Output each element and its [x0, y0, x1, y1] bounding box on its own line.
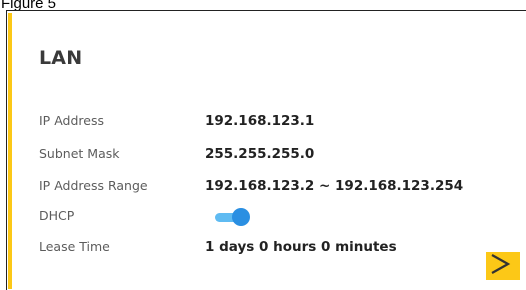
lease-time-value: 1 days 0 hours 0 minutes: [205, 239, 397, 255]
ip-address-row: IP Address 192.168.123.1: [39, 113, 509, 133]
lease-time-label: Lease Time: [39, 239, 110, 254]
ip-address-label: IP Address: [39, 113, 104, 128]
card-title: LAN: [39, 47, 83, 69]
subnet-mask-value: 255.255.255.0: [205, 146, 315, 162]
dhcp-label: DHCP: [39, 208, 75, 223]
dhcp-row: DHCP: [39, 208, 509, 228]
subnet-mask-label: Subnet Mask: [39, 146, 120, 161]
lan-card: LAN IP Address 192.168.123.1 Subnet Mask…: [6, 10, 526, 290]
card-accent-bar: [8, 13, 12, 289]
dhcp-toggle-knob: [232, 208, 250, 226]
dhcp-toggle[interactable]: [213, 208, 251, 227]
chevron-right-icon: [491, 254, 511, 274]
ip-address-range-label: IP Address Range: [39, 178, 148, 193]
more-details-button[interactable]: [486, 252, 520, 280]
ip-address-range-row: IP Address Range 192.168.123.2 ~ 192.168…: [39, 178, 509, 198]
lease-time-row: Lease Time 1 days 0 hours 0 minutes: [39, 239, 509, 259]
ip-address-range-value: 192.168.123.2 ~ 192.168.123.254: [205, 178, 464, 194]
ip-address-value: 192.168.123.1: [205, 113, 315, 129]
subnet-mask-row: Subnet Mask 255.255.255.0: [39, 146, 509, 166]
